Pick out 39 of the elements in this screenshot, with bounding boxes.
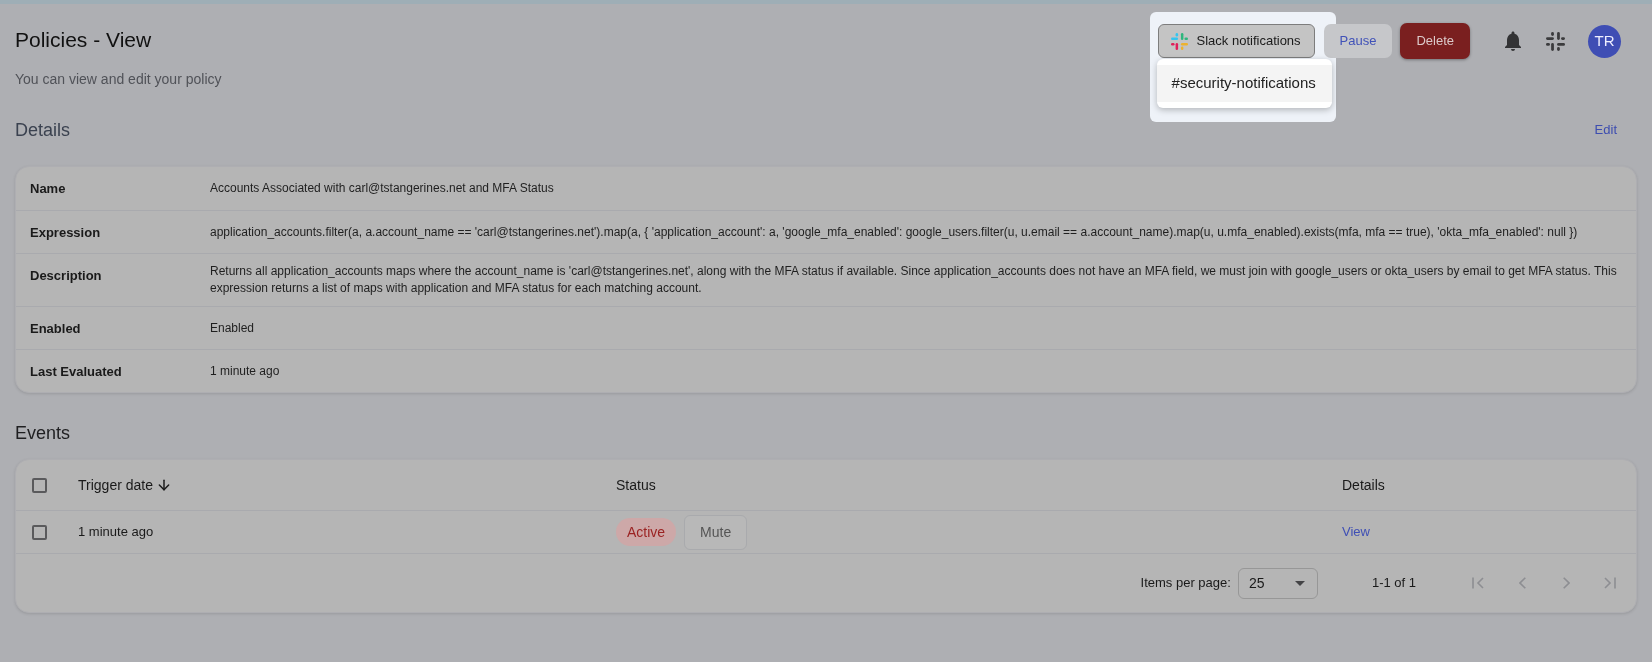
- edit-link[interactable]: Edit: [1594, 120, 1617, 140]
- mute-button[interactable]: Mute: [684, 514, 748, 550]
- pause-button[interactable]: Pause: [1323, 24, 1393, 58]
- slack-logo-icon: [1170, 32, 1188, 50]
- column-header: Details: [1342, 475, 1385, 495]
- column-header: Status: [616, 475, 656, 495]
- detail-label: Last Evaluated: [30, 363, 123, 380]
- first-page-icon: [1472, 577, 1484, 589]
- column-header[interactable]: Trigger date: [78, 474, 172, 496]
- detail-label: Expression: [30, 224, 102, 241]
- page-range: 1-1 of 1: [1371, 574, 1416, 593]
- detail-value: application_accounts.filter(a, a.account_name == 'carl@tstangerines.net').map(a, { 'application_account': a, 'google_mfa_enabled': google_users.filter(u, u.email == a.account_name).map(u, u.mfa_enabled).exists(mfa, mfa == true), 'okta_mfa_enabled': null }): [210, 223, 1579, 241]
- last-page-icon: [1604, 577, 1616, 589]
- slack-logo-icon[interactable]: [1546, 31, 1565, 51]
- section-heading: Events: [15, 422, 72, 445]
- slack-notifications-button[interactable]: Slack notifications: [1157, 24, 1315, 58]
- page-subtitle: You can view and edit your policy: [15, 70, 222, 89]
- section-heading: Details: [15, 118, 71, 142]
- items-per-page-select[interactable]: 25: [1237, 567, 1318, 599]
- detail-value: Enabled: [210, 319, 256, 337]
- detail-value: Returns all application_accounts maps where the account_name is 'carl@tstangerines.net', along with the MFA status if available. Since application_accounts does not have an MFA field, we must join with google_users or okta_users by email to get MFA status. This expression returns a list of maps with application and MFA status for each matching account.: [210, 263, 1618, 297]
- detail-value: Accounts Associated with carl@tstangerines.net and MFA Status: [210, 180, 555, 197]
- checkbox[interactable]: [32, 477, 47, 493]
- checkbox[interactable]: [32, 524, 47, 540]
- chevron-left-icon: [1518, 577, 1526, 589]
- menu-item[interactable]: #security-notifications: [1156, 65, 1332, 102]
- items-per-page-label: Items per page:: [1140, 574, 1231, 593]
- chevron-right-icon: [1562, 577, 1570, 589]
- detail-label: Description: [30, 267, 103, 284]
- trigger-date: 1 minute ago: [78, 523, 154, 542]
- detail-label: Name: [30, 180, 67, 197]
- page-title: Policies - View: [15, 27, 153, 53]
- caret-icon: [1294, 580, 1305, 586]
- detail-label: Enabled: [30, 320, 82, 337]
- status-badge: Active: [616, 518, 677, 546]
- detail-value: 1 minute ago: [210, 362, 281, 380]
- user-avatar[interactable]: TR: [1588, 24, 1621, 58]
- delete-button[interactable]: Delete: [1400, 23, 1470, 59]
- view-link[interactable]: View: [1342, 522, 1370, 542]
